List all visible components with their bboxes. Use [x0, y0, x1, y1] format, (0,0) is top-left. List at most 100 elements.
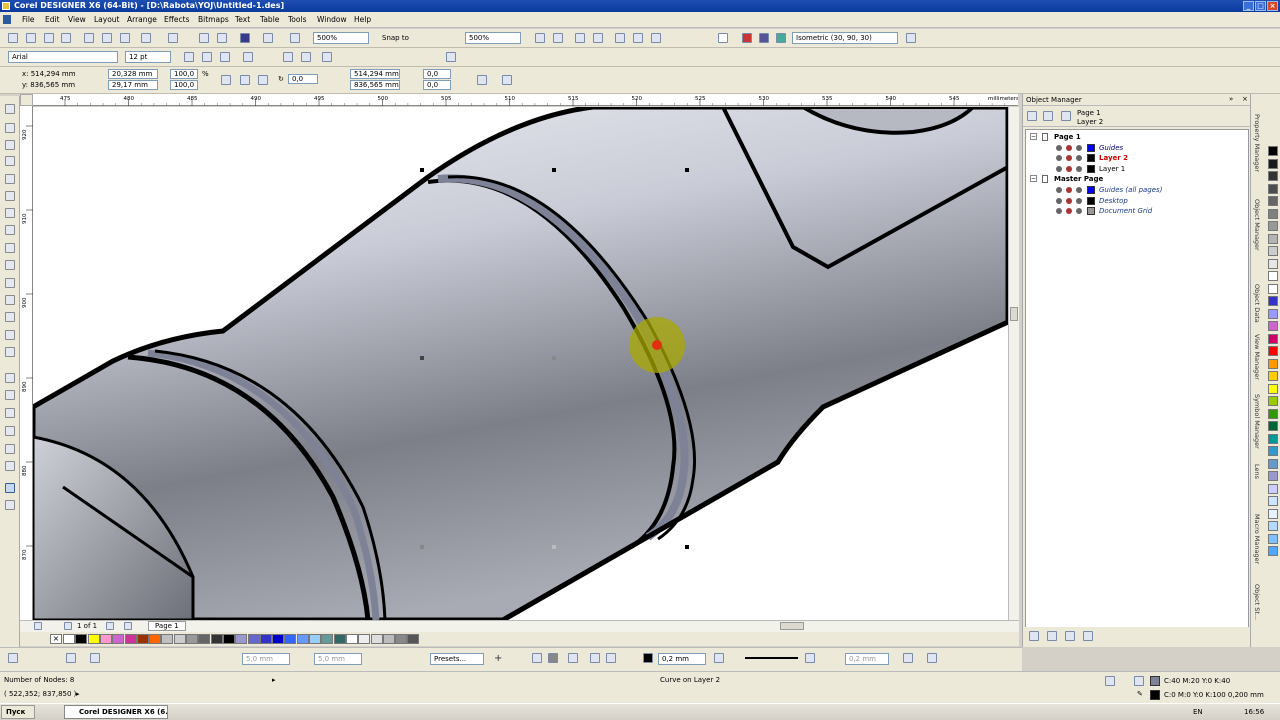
eye-icon[interactable] [1056, 208, 1062, 215]
palette-swatch[interactable] [370, 634, 383, 644]
next-page-icon[interactable] [106, 622, 114, 630]
side-palette-swatch[interactable] [1268, 371, 1278, 381]
palette-swatch[interactable] [198, 634, 211, 644]
side-palette-swatch[interactable] [1268, 296, 1278, 306]
page-node[interactable]: − Page 1 [1028, 132, 1248, 142]
text-tool-icon[interactable] [5, 347, 15, 357]
side-palette-swatch[interactable] [1268, 208, 1278, 219]
projection-settings-icon[interactable] [906, 33, 916, 43]
smear-tool-icon[interactable] [5, 140, 15, 150]
rotation-angle-field[interactable]: 0,0 [288, 74, 318, 84]
fill-tool-icon[interactable] [5, 408, 15, 418]
side-palette-swatch[interactable] [1268, 233, 1278, 244]
outline-color-icon[interactable] [643, 653, 653, 663]
side-palette-swatch[interactable] [1268, 183, 1278, 194]
delete-layer-icon[interactable] [1083, 631, 1093, 641]
layer-color-swatch[interactable] [1087, 196, 1095, 205]
palette-swatch[interactable] [99, 634, 112, 644]
extra-tool-icon[interactable] [5, 500, 15, 510]
layer-color-swatch[interactable] [1087, 154, 1095, 163]
side-palette-swatch[interactable] [1268, 496, 1278, 506]
projection-frame-icon[interactable] [718, 33, 728, 43]
y-position-field[interactable]: y: 836,565 mm [22, 81, 75, 89]
side-palette-swatch[interactable] [1268, 196, 1278, 206]
zoom-page-icon[interactable] [615, 33, 625, 43]
docker-tab[interactable]: Object Data [1253, 284, 1261, 323]
vertical-scrollbar[interactable] [1008, 107, 1019, 620]
text-frame-icon[interactable] [322, 52, 332, 62]
minimize-button[interactable]: _ [1243, 1, 1254, 11]
palette-swatch[interactable] [296, 634, 309, 644]
zoom-all-icon[interactable] [593, 33, 603, 43]
side-palette-swatch[interactable] [1268, 346, 1278, 356]
eye-icon[interactable] [1056, 197, 1062, 204]
menu-layout[interactable]: Layout [94, 15, 120, 24]
layer-node[interactable]: Desktop [1028, 196, 1248, 206]
line-tool-icon[interactable] [5, 260, 15, 270]
mirror-v-icon[interactable] [258, 75, 268, 85]
side-palette-swatch[interactable] [1268, 158, 1278, 169]
projection-select[interactable]: Isometric (30, 90, 30) [792, 32, 898, 44]
close-button[interactable]: × [1267, 1, 1278, 11]
layer-options-icon[interactable] [1027, 111, 1037, 121]
layer-view-icon[interactable] [1061, 111, 1071, 121]
menu-help[interactable]: Help [354, 15, 371, 24]
new-layer-icon[interactable] [1029, 631, 1039, 641]
layer-node[interactable]: Layer 1 [1028, 164, 1248, 174]
line-style-select[interactable] [742, 653, 798, 665]
dropcap-icon[interactable] [301, 52, 311, 62]
callout-tool-icon[interactable] [5, 295, 15, 305]
side-palette-swatch[interactable] [1268, 221, 1278, 231]
rectangle-tool-icon[interactable] [5, 174, 15, 184]
font-family-select[interactable]: Arial [8, 51, 118, 63]
menu-edit[interactable]: Edit [45, 15, 60, 24]
palette-swatch[interactable] [321, 634, 334, 644]
zoom-in-icon[interactable] [535, 33, 545, 43]
layer-color-swatch[interactable] [1087, 207, 1095, 216]
menu-table[interactable]: Table [260, 15, 279, 24]
expand-toggle-icon[interactable]: − [1030, 175, 1037, 183]
transform-icon[interactable] [477, 75, 487, 85]
projection-front-icon[interactable] [742, 33, 752, 43]
lock-ratio-icon[interactable] [221, 75, 231, 85]
print-icon[interactable] [1066, 197, 1072, 204]
paste-icon[interactable] [120, 33, 130, 43]
pencil-icon[interactable] [1076, 155, 1082, 162]
dimension-tool-icon[interactable] [5, 278, 15, 288]
options-icon[interactable] [927, 653, 937, 663]
pencil-icon[interactable] [1076, 187, 1082, 193]
palette-swatch[interactable] [284, 634, 297, 644]
copy-icon[interactable] [102, 33, 112, 43]
palette-swatch[interactable] [63, 634, 75, 644]
print-icon[interactable] [1066, 155, 1072, 162]
eye-icon[interactable] [1056, 165, 1062, 172]
palette-swatch[interactable] [272, 634, 285, 644]
size-field-1[interactable]: 5,0 mm [242, 653, 290, 665]
palette-swatch[interactable] [235, 634, 248, 644]
layer-color-swatch[interactable] [1087, 186, 1095, 194]
docker-tab[interactable]: Object Manager [1253, 199, 1261, 251]
palette-swatch[interactable] [358, 634, 371, 644]
palette-swatch[interactable] [407, 634, 420, 644]
side-palette-swatch[interactable] [1268, 321, 1278, 331]
side-palette-swatch[interactable] [1268, 246, 1278, 256]
palette-swatch[interactable] [259, 634, 272, 644]
line-style-icon[interactable] [590, 653, 600, 663]
side-palette-swatch[interactable] [1268, 483, 1278, 494]
bullets-icon[interactable] [283, 52, 293, 62]
side-palette-swatch[interactable] [1268, 358, 1278, 369]
side-palette-swatch[interactable] [1268, 546, 1278, 556]
new-icon[interactable] [8, 33, 18, 43]
side-palette-swatch[interactable] [1268, 171, 1278, 181]
hscroll-thumb[interactable] [780, 622, 804, 630]
palette-swatch[interactable] [87, 634, 100, 644]
outline-width-select-2[interactable]: 0,2 mm [845, 653, 889, 665]
palette-swatch[interactable] [75, 634, 88, 644]
ellipse-tool-icon[interactable] [5, 191, 15, 201]
layer-color-swatch[interactable] [1087, 143, 1095, 152]
side-palette-swatch[interactable] [1268, 146, 1278, 156]
zoom-out-icon[interactable] [553, 33, 563, 43]
side-palette-swatch[interactable] [1268, 471, 1278, 481]
snap-to-dropdown[interactable]: Snap to [382, 34, 409, 42]
fill-bucket-icon[interactable] [532, 653, 542, 663]
